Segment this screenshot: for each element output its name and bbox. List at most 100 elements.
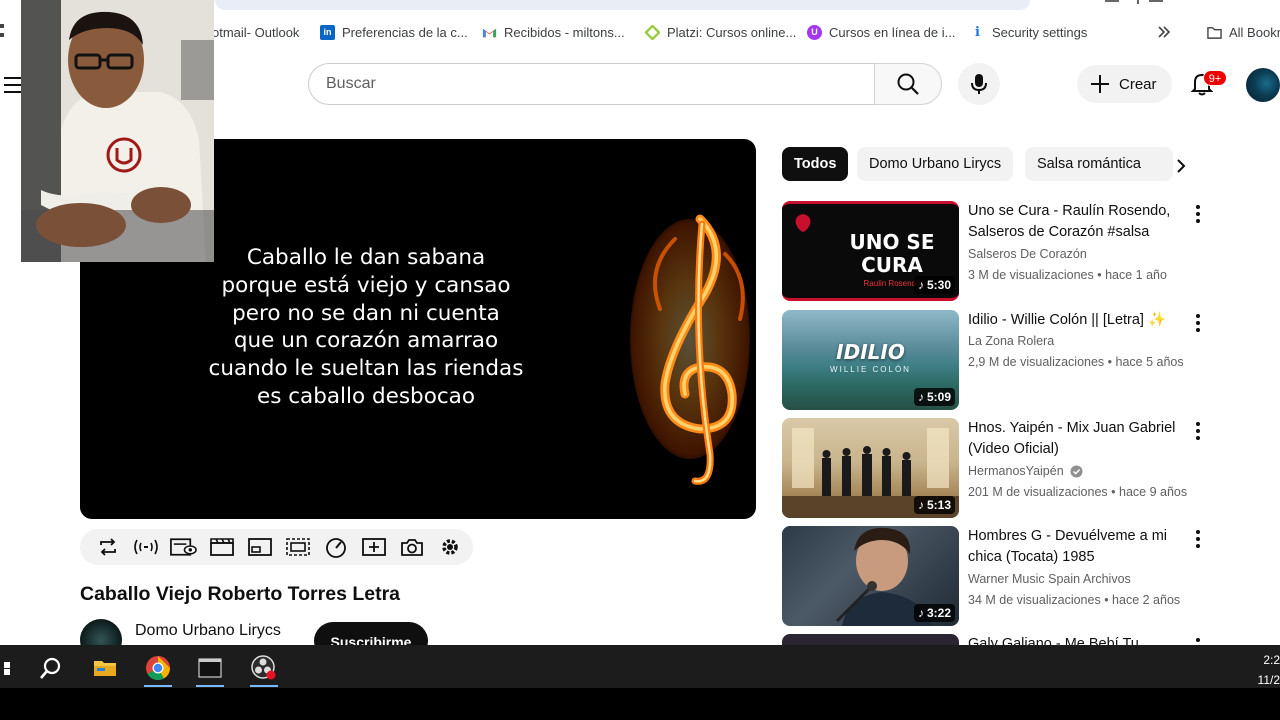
- add-to-queue-icon[interactable]: [359, 535, 388, 559]
- recommendation-channel[interactable]: HermanosYaipén: [968, 464, 1083, 478]
- folder-icon: [1207, 26, 1222, 39]
- apps-grid-icon[interactable]: [0, 24, 6, 38]
- webcam-person-image: [21, 0, 214, 262]
- recommendation-channel[interactable]: La Zona Rolera: [968, 334, 1054, 348]
- recommendation-item[interactable]: UNO SE CURA Raulin Rosendo ♪ 5:30 Uno se …: [782, 201, 1202, 301]
- all-bookmarks[interactable]: All Bookm: [1207, 22, 1280, 42]
- recommendation-item[interactable]: Galy Galiano - Me Bebí Tu: [782, 634, 1202, 645]
- more-options-icon[interactable]: [1194, 530, 1202, 548]
- system-clock[interactable]: 2:2 11/2: [1258, 650, 1280, 690]
- chrome-icon: [146, 656, 170, 681]
- video-title: Caballo Viejo Roberto Torres Letra: [80, 583, 401, 605]
- bookmark-platzi[interactable]: Platzi: Cursos online...: [645, 22, 796, 42]
- chips-next-button[interactable]: [1168, 153, 1194, 179]
- lyric-line: Caballo le dan sabana: [246, 245, 486, 270]
- cinema-mode-icon[interactable]: [169, 535, 198, 559]
- voice-search-button[interactable]: [958, 63, 1000, 105]
- extension-toolbar: [80, 529, 473, 565]
- recommendation-meta: 2,9 M de visualizaciones • hace 5 años: [968, 355, 1184, 369]
- music-note-icon: ♪: [917, 606, 924, 620]
- folder-icon: [94, 661, 116, 676]
- recommendation-title[interactable]: Hombres G - Devuélveme a mi chica (Tocat…: [968, 526, 1188, 568]
- recommendation-title[interactable]: Uno se Cura - Raulín Rosendo, Salseros d…: [968, 201, 1188, 243]
- recommendation-item[interactable]: ♪ 5:13 Hnos. Yaipén - Mix Juan Gabriel (V…: [782, 418, 1202, 518]
- fire-treble-clef-image: [630, 214, 750, 485]
- video-thumbnail[interactable]: [782, 634, 959, 645]
- search-icon: [897, 73, 919, 95]
- video-thumbnail[interactable]: IDILIO WILLIE COLÓN ♪ 5:09: [782, 310, 959, 410]
- chip-salsa-romantica[interactable]: Salsa romántica: [1025, 147, 1173, 181]
- fullscreen-window-icon[interactable]: [283, 535, 312, 559]
- lyric-line: que un corazón amarrao: [233, 328, 499, 354]
- more-bookmarks-icon[interactable]: [1157, 26, 1171, 38]
- clock-date: 11/2: [1257, 673, 1280, 687]
- recommendation-meta: 3 M de visualizaciones • hace 1 año: [968, 268, 1167, 282]
- taskbar-chrome[interactable]: [136, 649, 180, 687]
- bookmark-udemy[interactable]: U Cursos en línea de i...: [807, 22, 955, 42]
- lyric-line: es caballo desbocao: [256, 383, 476, 409]
- thumbnail-title: UNO SE CURA: [849, 230, 935, 277]
- recommendation-item[interactable]: IDILIO WILLIE COLÓN ♪ 5:09 Idilio - Willi…: [782, 310, 1202, 410]
- duration-badge: ♪ 5:09: [913, 388, 955, 406]
- create-button[interactable]: Crear: [1077, 65, 1172, 103]
- terminal-icon: [198, 658, 222, 678]
- clapperboard-icon[interactable]: [207, 535, 236, 559]
- bookmark-outlook[interactable]: otmail- Outlook: [212, 22, 299, 42]
- address-bar-remnant: [215, 0, 1030, 10]
- windows-icon: [4, 662, 10, 675]
- taskbar-terminal[interactable]: [188, 649, 232, 687]
- music-note-icon: ♪: [917, 278, 924, 292]
- duration-badge: ♪ 5:30: [913, 276, 955, 294]
- bookmark-gmail[interactable]: Recibidos - miltons...: [482, 22, 625, 42]
- avatar[interactable]: [1246, 68, 1280, 102]
- more-options-icon[interactable]: [1194, 314, 1202, 332]
- udemy-icon: U: [807, 24, 822, 40]
- search-box: [308, 63, 942, 105]
- gmail-icon: [482, 28, 497, 37]
- bookmark-security-settings[interactable]: i Security settings: [970, 22, 1087, 42]
- recommendation-title[interactable]: Hnos. Yaipén - Mix Juan Gabriel (Video O…: [968, 418, 1188, 460]
- gear-icon[interactable]: [435, 535, 464, 559]
- picture-in-picture-icon[interactable]: [245, 535, 274, 559]
- video-thumbnail[interactable]: UNO SE CURA Raulin Rosendo ♪ 5:30: [782, 201, 959, 301]
- more-options-icon[interactable]: [1194, 422, 1202, 440]
- notifications-badge: 9+: [1203, 70, 1227, 86]
- taskbar-search-button[interactable]: [29, 649, 73, 687]
- recommendation-title[interactable]: Idilio - Willie Colón || [Letra] ✨: [968, 310, 1188, 331]
- lyrics-overlay: Caballo le dan sabana porque está viejo …: [180, 244, 552, 411]
- filter-chips: Todos Domo Urbano Lirycs Salsa romántica: [782, 147, 1202, 183]
- recommendation-channel[interactable]: Warner Music Spain Archivos: [968, 572, 1131, 586]
- search-button[interactable]: [874, 63, 942, 105]
- recommendation-meta: 34 M de visualizaciones • hace 2 años: [968, 593, 1181, 607]
- speed-gauge-icon[interactable]: [321, 535, 350, 559]
- search-input[interactable]: [308, 63, 875, 105]
- chip-domo-urbano-lirycs[interactable]: Domo Urbano Lirycs: [857, 147, 1014, 181]
- start-button[interactable]: [0, 649, 26, 687]
- taskbar: 2:2 11/2: [0, 645, 1280, 688]
- more-options-icon[interactable]: [1194, 638, 1202, 645]
- loop-icon[interactable]: [93, 535, 122, 559]
- recommendation-channel[interactable]: Salseros De Corazón: [968, 247, 1087, 261]
- recommendation-item[interactable]: ♪ 3:22 Hombres G - Devuélveme a mi chica …: [782, 526, 1202, 626]
- duration-badge: ♪ 3:22: [913, 604, 955, 622]
- verified-icon: [1070, 465, 1083, 477]
- clock-time: 2:2: [1263, 653, 1280, 667]
- taskbar-file-explorer[interactable]: [83, 649, 127, 687]
- chip-todos[interactable]: Todos: [782, 147, 849, 181]
- active-indicator: [250, 685, 278, 687]
- channel-name[interactable]: Domo Urbano Lirycs: [135, 622, 281, 640]
- screen: otmail- Outlook in Preferencias de la c.…: [0, 0, 1280, 720]
- taskbar-obs[interactable]: [242, 649, 286, 687]
- bookmark-linkedin[interactable]: in Preferencias de la c...: [320, 22, 468, 42]
- camera-icon[interactable]: [397, 535, 426, 559]
- thumbnail-title: IDILIO: [836, 340, 905, 364]
- more-options-icon[interactable]: [1194, 205, 1202, 223]
- lyric-line: pero no se dan ni cuenta: [232, 300, 500, 326]
- music-note-icon: ♪: [917, 498, 924, 512]
- video-thumbnail[interactable]: ♪ 5:13: [782, 418, 959, 518]
- recommendation-title[interactable]: Galy Galiano - Me Bebí Tu: [968, 634, 1188, 645]
- plus-icon: [1091, 75, 1109, 93]
- duration-badge: ♪ 5:13: [913, 496, 955, 514]
- audio-mode-icon[interactable]: [131, 535, 160, 559]
- video-thumbnail[interactable]: ♪ 3:22: [782, 526, 959, 626]
